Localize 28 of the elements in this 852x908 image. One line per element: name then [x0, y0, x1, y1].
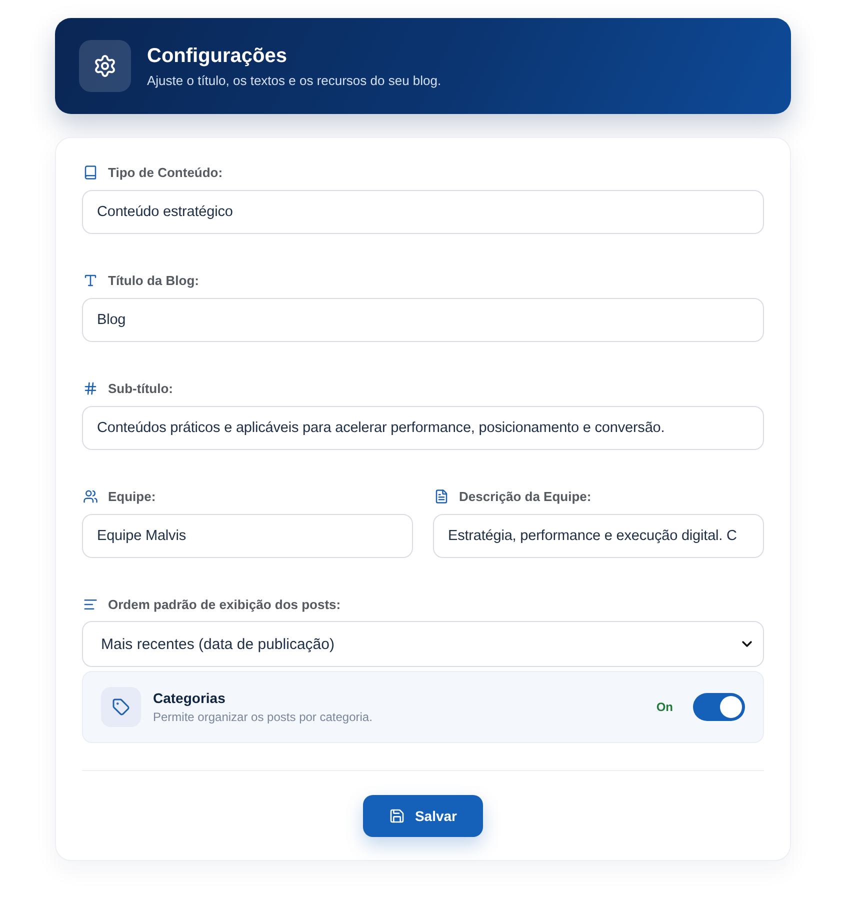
field-label: Descrição da Equipe:	[459, 488, 592, 504]
field-label: Equipe:	[108, 488, 156, 504]
hash-icon	[83, 380, 98, 396]
toggle-status: On	[656, 700, 673, 714]
save-button[interactable]: Salvar	[363, 795, 483, 837]
tag-icon	[101, 687, 141, 727]
settings-icon	[79, 40, 131, 92]
feature-title: Categorias	[153, 690, 226, 706]
document-icon	[434, 488, 449, 504]
field-label: Tipo de Conteúdo:	[108, 164, 223, 180]
toggle-switch[interactable]	[693, 693, 745, 721]
input-field[interactable]: Equipe Malvis	[82, 514, 413, 558]
lines-icon	[83, 596, 98, 612]
book-icon	[83, 164, 98, 180]
users-icon	[83, 488, 98, 504]
page-title: Configurações	[147, 44, 288, 68]
letter-t-icon	[83, 272, 98, 288]
input-field[interactable]: Blog	[82, 298, 764, 342]
field-label: Título da Blog:	[108, 272, 199, 288]
input-field[interactable]: Estratégia, performance e execução digital. C	[433, 514, 764, 558]
field-label: Ordem padrão de exibição dos posts:	[108, 596, 341, 612]
select-dropdown[interactable]: Mais recentes (data de publicação)	[82, 621, 764, 667]
input-field[interactable]: Conteúdos práticos e aplicáveis para acelerar performance, posicionamento e conversão.	[82, 406, 764, 450]
feature-description: Permite organizar os posts por categoria.	[153, 710, 374, 724]
field-label: Sub-título:	[108, 380, 173, 396]
save-icon	[388, 808, 405, 824]
input-field[interactable]: Conteúdo estratégico	[82, 190, 764, 234]
page-subtitle: Ajuste o título, os textos e os recursos do seu blog.	[147, 72, 442, 88]
